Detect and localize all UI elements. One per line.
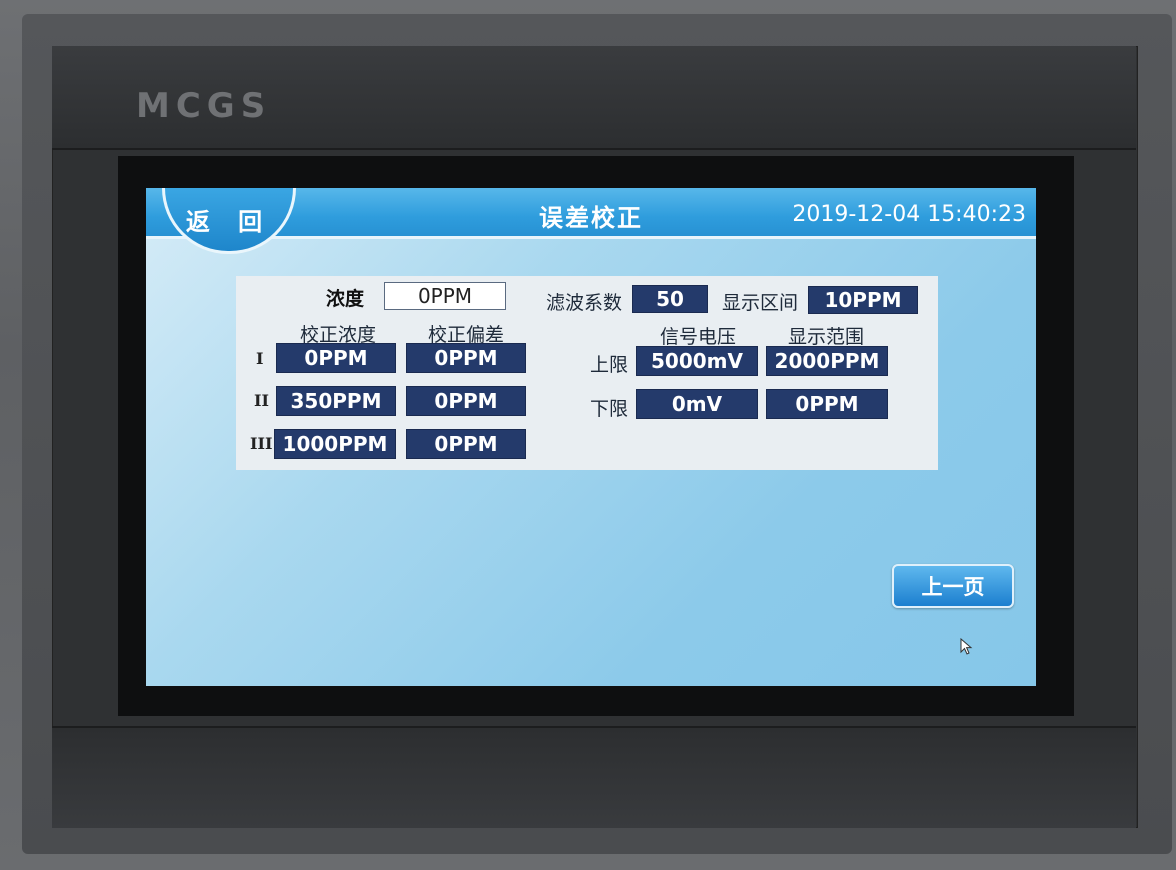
upper-limit-voltage[interactable]: 5000mV	[636, 346, 758, 376]
display-interval-label: 显示区间	[722, 292, 799, 314]
previous-page-button[interactable]: 上一页	[892, 564, 1014, 608]
filter-label: 滤波系数	[546, 292, 623, 314]
col-header-display-range: 显示范围	[788, 326, 865, 348]
calibration-panel: 浓度 0PPM 滤波系数 50 显示区间 10PPM 校正浓度 校正偏差 I 0…	[236, 276, 938, 470]
col-header-signal-voltage: 信号电压	[660, 326, 737, 348]
calibration-concentration-3[interactable]: 1000PPM	[274, 429, 396, 459]
upper-limit-label: 上限	[590, 354, 629, 376]
row-roman-2: II	[254, 391, 269, 410]
concentration-label: 浓度	[326, 288, 365, 310]
calibration-concentration-1[interactable]: 0PPM	[276, 343, 396, 373]
concentration-value[interactable]: 0PPM	[384, 282, 506, 310]
calibration-deviation-1[interactable]: 0PPM	[406, 343, 526, 373]
row-roman-3: III	[250, 434, 273, 453]
upper-limit-range[interactable]: 2000PPM	[766, 346, 888, 376]
lower-limit-label: 下限	[590, 398, 629, 420]
hmi-screen: 返 回 误差校正 2019-12-04 15:40:23 浓度 0PPM 滤波系…	[146, 188, 1036, 686]
calibration-deviation-3[interactable]: 0PPM	[406, 429, 526, 459]
calibration-deviation-2[interactable]: 0PPM	[406, 386, 526, 416]
display-interval-value[interactable]: 10PPM	[808, 286, 918, 314]
bezel-bottom-band	[52, 726, 1136, 828]
lower-limit-range[interactable]: 0PPM	[766, 389, 888, 419]
brand-logo: MCGS	[136, 86, 272, 126]
datetime-display: 2019-12-04 15:40:23	[792, 202, 1026, 227]
calibration-concentration-2[interactable]: 350PPM	[276, 386, 396, 416]
filter-value[interactable]: 50	[632, 285, 708, 313]
row-roman-1: I	[256, 349, 264, 368]
mouse-cursor-icon	[960, 638, 973, 655]
lower-limit-voltage[interactable]: 0mV	[636, 389, 758, 419]
